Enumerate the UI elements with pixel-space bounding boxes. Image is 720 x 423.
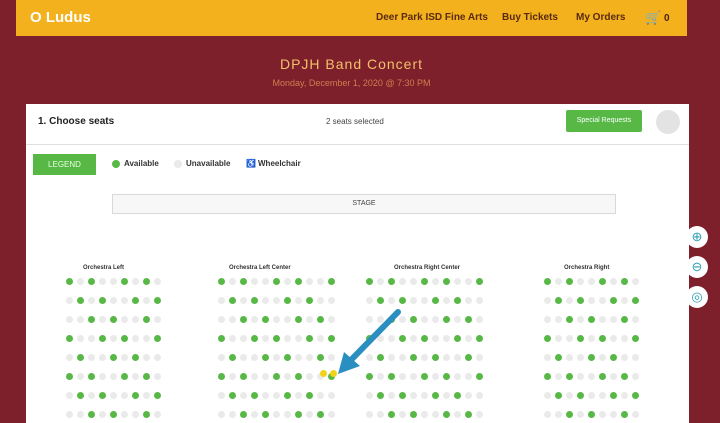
nav-buy-tickets[interactable]: Buy Tickets bbox=[502, 12, 558, 23]
ludus-logo[interactable]: O Ludus bbox=[30, 9, 91, 26]
zoom-out-icon[interactable]: ⊖ bbox=[686, 256, 708, 278]
cart-count: 0 bbox=[664, 13, 670, 24]
top-navigation: O Ludus Deer Park ISD Fine Arts Buy Tick… bbox=[16, 0, 687, 36]
nav-fine-arts[interactable]: Deer Park ISD Fine Arts bbox=[376, 12, 488, 23]
pointer-arrow-icon bbox=[338, 309, 401, 374]
event-title: DPJH Band Concert bbox=[279, 56, 424, 72]
zoom-in-icon[interactable]: ⊕ bbox=[686, 226, 708, 248]
nav-my-orders[interactable]: My Orders bbox=[576, 12, 625, 23]
recenter-icon[interactable]: ◎ bbox=[686, 286, 708, 308]
event-header: DPJH Band Concert Monday, December 1, 20… bbox=[16, 36, 687, 106]
seat-selection-panel: 1. Choose seats 2 seats selected Special… bbox=[26, 104, 689, 423]
event-date: Monday, December 1, 2020 @ 7:30 PM bbox=[272, 78, 431, 88]
cart-icon[interactable]: 🛒 bbox=[645, 10, 661, 26]
